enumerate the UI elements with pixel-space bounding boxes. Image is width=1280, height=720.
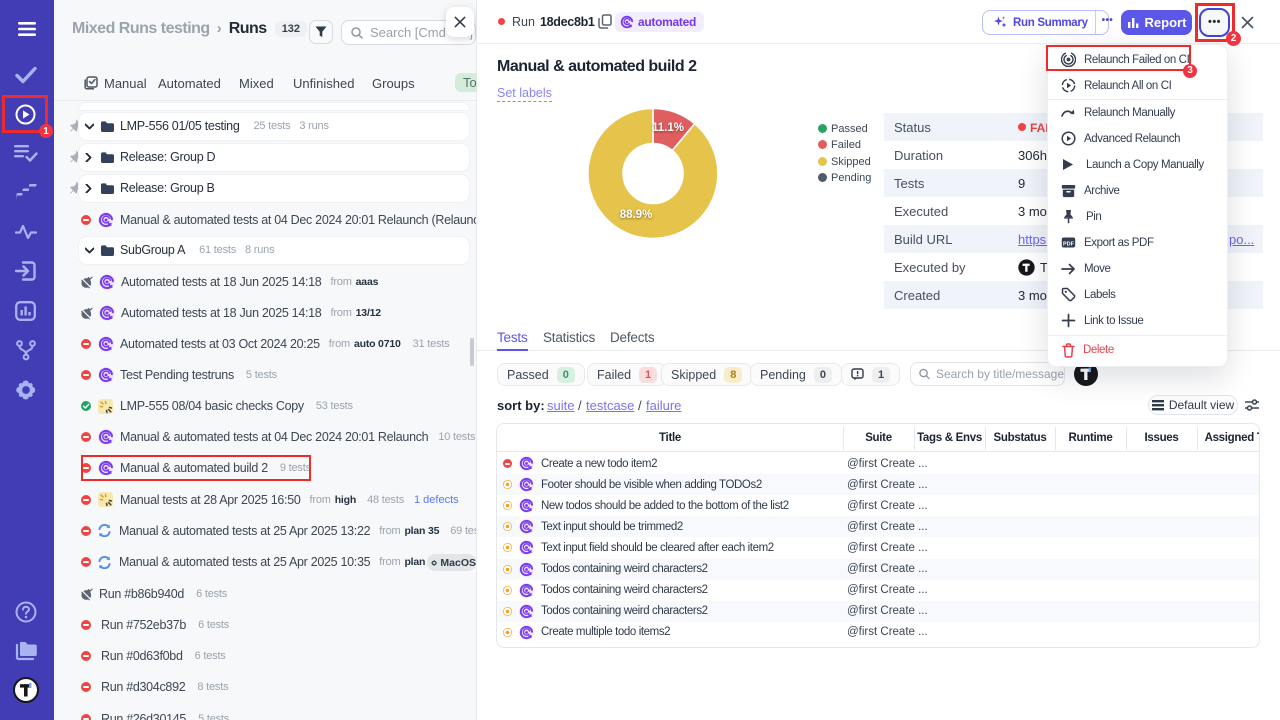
svg-text:11.1%: 11.1% <box>652 122 684 134</box>
svg-text:PDF: PDF <box>1063 241 1075 247</box>
svg-text:88.9%: 88.9% <box>620 209 653 221</box>
